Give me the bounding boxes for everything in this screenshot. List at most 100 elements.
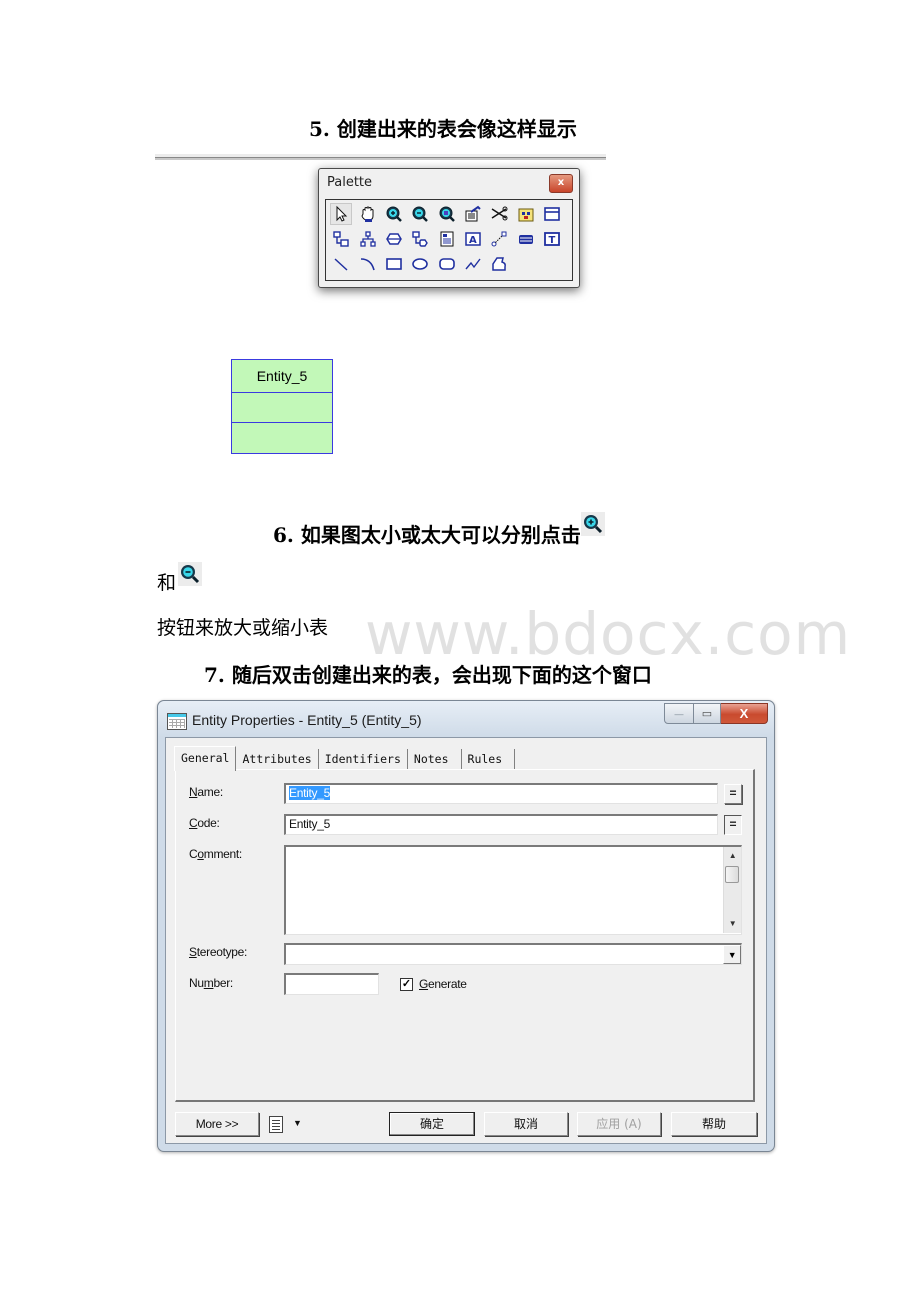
link-tool-icon[interactable] [488, 228, 510, 250]
zoom-in-icon [580, 512, 605, 536]
maximize-button[interactable]: ▭ [694, 703, 721, 724]
text-tool-icon[interactable]: T [541, 228, 563, 250]
code-label-text: ode: [197, 816, 220, 830]
rectangle-tool-icon[interactable] [383, 253, 405, 275]
code-value: Entity_5 [289, 817, 330, 831]
cut-tool-icon[interactable] [488, 203, 510, 225]
palette-window: Palette x A T [318, 168, 580, 288]
zoom-in-tool-icon[interactable] [383, 203, 405, 225]
tab-general[interactable]: General [174, 746, 237, 771]
entity-symbol[interactable]: Entity_5 [231, 359, 333, 454]
step7-heading: 7. 随后双击创建出来的表，会出现下面的这个窗口 [204, 663, 652, 687]
generate-label-mnemonic: G [419, 977, 429, 991]
close-icon: X [739, 706, 749, 721]
tab-attributes[interactable]: Attributes [236, 749, 319, 769]
pointer-tool-icon[interactable] [330, 203, 352, 225]
palette-title: Palette [327, 175, 373, 190]
properties-tool-icon[interactable] [462, 203, 484, 225]
step5-heading: 5. 创建出来的表会像这样显示 [309, 117, 577, 141]
comment-label: Comment: [189, 847, 242, 861]
chevron-down-icon: ▼ [727, 950, 737, 960]
minimize-button[interactable]: — [664, 703, 694, 724]
number-input[interactable] [284, 973, 379, 995]
polygon-tool-icon[interactable] [488, 253, 510, 275]
tab-rules[interactable]: Rules [462, 749, 516, 769]
step6-line2: 和 [157, 562, 203, 595]
generate-label[interactable]: Generate [419, 977, 467, 991]
line-tool-icon[interactable] [330, 253, 352, 275]
caret-down-icon[interactable]: ▼ [293, 1118, 302, 1128]
stereotype-label-mnemonic: S [189, 945, 197, 959]
text-file-tool-icon[interactable]: A [462, 228, 484, 250]
stereotype-label-text: tereotype: [196, 945, 248, 959]
stereotype-combobox[interactable]: ▼ [284, 943, 742, 965]
name-input[interactable]: Entity_5 [284, 783, 718, 804]
comment-scrollbar[interactable]: ▲ ▼ [723, 847, 741, 933]
arc-tool-icon[interactable] [357, 253, 379, 275]
stereotype-label: Stereotype: [189, 945, 247, 959]
scroll-down-icon[interactable]: ▼ [724, 917, 741, 931]
scroll-thumb[interactable] [725, 866, 739, 883]
checkmark-icon: ✓ [401, 978, 412, 990]
hand-tool-icon[interactable] [357, 203, 379, 225]
number-label-text: ber: [213, 976, 233, 990]
dialog-titlebar[interactable]: Entity Properties - Entity_5 (Entity_5) … [158, 701, 774, 737]
stereotype-dropdown-button[interactable]: ▼ [723, 945, 741, 964]
association-tool-icon[interactable] [383, 228, 405, 250]
generate-checkbox[interactable]: ✓ [400, 978, 413, 991]
table-tool-icon[interactable] [515, 228, 537, 250]
file-tool-icon[interactable] [436, 228, 458, 250]
zoom-fit-tool-icon[interactable] [436, 203, 458, 225]
general-tab-panel: Name: Entity_5 = Code: Entity_5 = Commen… [175, 769, 755, 1102]
cancel-button[interactable]: 取消 [484, 1112, 568, 1136]
comment-textarea[interactable]: ▲ ▼ [284, 845, 742, 935]
table-icon [167, 713, 187, 730]
comment-label-text: mment: [203, 847, 243, 861]
step6-heading-text: 6. 如果图太小或太大可以分别点击 [273, 523, 581, 547]
ellipse-tool-icon[interactable] [409, 253, 431, 275]
name-value: Entity_5 [289, 786, 330, 800]
watermark: www.bdocx.com [365, 600, 852, 668]
code-label: Code: [189, 816, 220, 830]
generate-label-text: enerate [428, 977, 467, 991]
minimize-icon: — [674, 708, 684, 719]
dialog-title: Entity Properties - Entity_5 (Entity_5) [192, 712, 422, 728]
rounded-rectangle-tool-icon[interactable] [436, 253, 458, 275]
palette-close-button[interactable]: x [549, 174, 573, 193]
apply-button[interactable]: 应用 (A) [577, 1112, 661, 1136]
number-label-mnemonic: m [203, 976, 214, 990]
ok-button[interactable]: 确定 [389, 1112, 475, 1136]
step6-line3: 按钮来放大或缩小表 [157, 617, 329, 639]
help-button[interactable]: 帮助 [671, 1112, 757, 1136]
svg-text:T: T [549, 235, 556, 246]
name-label-text: ame: [197, 785, 223, 799]
step6-and-text: 和 [157, 572, 177, 594]
close-button[interactable]: X [721, 703, 768, 724]
entity-attributes-row [232, 393, 332, 423]
scroll-up-icon[interactable]: ▲ [724, 849, 741, 863]
tab-identifiers[interactable]: Identifiers [319, 749, 408, 769]
hierarchy-tool-icon[interactable] [357, 228, 379, 250]
polyline-tool-icon[interactable] [462, 253, 484, 275]
code-sync-button[interactable]: = [724, 815, 742, 835]
inheritance-tool-icon[interactable] [330, 228, 352, 250]
tab-notes[interactable]: Notes [408, 749, 462, 769]
zoom-out-tool-icon[interactable] [409, 203, 431, 225]
package-tool-icon[interactable] [515, 203, 537, 225]
number-label: Number: [189, 976, 233, 990]
horizontal-rule [155, 154, 606, 160]
palette-tool-grid: A T [325, 199, 573, 281]
tab-strip: General Attributes Identifiers Notes Rul… [174, 746, 516, 771]
entity-tool-icon[interactable] [541, 203, 563, 225]
maximize-icon: ▭ [701, 708, 713, 720]
svg-text:A: A [469, 235, 477, 246]
association-link-tool-icon[interactable] [409, 228, 431, 250]
more-button[interactable]: More >> [175, 1112, 259, 1136]
entity-properties-dialog: Entity Properties - Entity_5 (Entity_5) … [157, 700, 775, 1152]
list-icon[interactable] [269, 1116, 283, 1133]
code-input[interactable]: Entity_5 [284, 814, 718, 835]
name-sync-button[interactable]: = [724, 784, 742, 804]
entity-identifiers-row [232, 423, 332, 452]
name-label: Name: [189, 785, 223, 799]
number-label-pre: Nu [189, 976, 204, 990]
